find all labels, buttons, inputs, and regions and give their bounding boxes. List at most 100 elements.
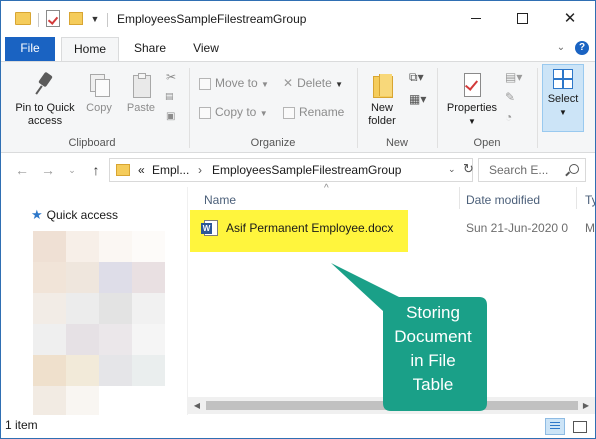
group-label: Clipboard bbox=[68, 137, 116, 149]
ribbon: Pin to Quick access Copy Paste ✂ ▤ ▣ Cli… bbox=[1, 61, 595, 153]
large-icons-view-icon[interactable] bbox=[569, 418, 589, 435]
rename-icon bbox=[283, 106, 295, 119]
callout-line: Storing bbox=[406, 303, 460, 322]
column-header-date-modified[interactable]: Date modified bbox=[466, 193, 540, 207]
help-icon[interactable]: ? bbox=[575, 41, 589, 55]
refresh-icon[interactable]: ↻ bbox=[463, 161, 474, 177]
copy-to-icon bbox=[199, 106, 211, 119]
back-arrow-icon[interactable]: ← bbox=[13, 161, 31, 179]
search-icon bbox=[569, 164, 579, 174]
organize-group: Move to ▼ Copy to ▼ ✕ Delete ▼ Rename Org… bbox=[191, 62, 355, 152]
up-arrow-icon[interactable]: ↑ bbox=[87, 161, 105, 179]
column-header-name[interactable]: Name bbox=[204, 193, 236, 207]
new-item-icon[interactable]: ⧉▾ bbox=[409, 70, 424, 85]
chevron-down-icon[interactable]: ⌄ bbox=[554, 42, 568, 56]
ribbon-tabs: File Home Share View ⌄ ? bbox=[1, 37, 595, 62]
properties-button[interactable]: Properties ▼ bbox=[443, 72, 501, 128]
open-icon[interactable]: ▤▾ bbox=[505, 70, 522, 84]
divider bbox=[38, 13, 39, 27]
address-bar[interactable]: « Empl... › EmployeesSampleFilestreamGro… bbox=[109, 158, 474, 182]
maximize-button[interactable] bbox=[499, 1, 545, 35]
new-folder-icon bbox=[371, 72, 393, 98]
callout-line: in File bbox=[410, 351, 456, 370]
properties-icon bbox=[461, 72, 483, 98]
delete-button[interactable]: ✕ Delete ▼ bbox=[283, 76, 343, 90]
copy-icon bbox=[88, 72, 110, 98]
select-button[interactable]: Select ▼ bbox=[542, 64, 584, 132]
delete-icon: ✕ bbox=[283, 76, 294, 90]
rename-label: Rename bbox=[299, 105, 345, 119]
details-view-icon[interactable] bbox=[545, 418, 565, 435]
explorer-window: ▼ EmployeesSampleFilestreamGroup ✕ File … bbox=[0, 0, 596, 439]
history-icon[interactable]: ◔ bbox=[505, 110, 512, 124]
paste-icon bbox=[130, 72, 152, 98]
move-to-label: Move to bbox=[215, 76, 258, 90]
chevron-down-icon[interactable]: ⌄ bbox=[448, 164, 456, 175]
scroll-left-icon[interactable]: ◀ bbox=[190, 399, 204, 412]
breadcrumb-item[interactable]: Empl... bbox=[152, 163, 189, 177]
group-label: New bbox=[385, 137, 408, 149]
paste-label: Paste bbox=[126, 102, 156, 114]
nav-item-quick-access[interactable]: ★ Quick access bbox=[31, 207, 118, 223]
column-header-type[interactable]: Ty bbox=[585, 193, 595, 207]
select-icon bbox=[553, 69, 573, 89]
breadcrumb-item[interactable]: EmployeesSampleFilestreamGroup bbox=[212, 163, 401, 177]
tab-file[interactable]: File bbox=[5, 37, 55, 61]
new-group: New folder ⧉▾ ▦▾ New bbox=[359, 62, 435, 152]
pin-icon bbox=[34, 72, 56, 98]
scroll-right-icon[interactable]: ▶ bbox=[579, 399, 593, 412]
divider[interactable] bbox=[459, 187, 460, 209]
easy-access-icon[interactable]: ▦▾ bbox=[409, 92, 426, 106]
scrollbar-thumb[interactable] bbox=[206, 401, 578, 410]
tab-view[interactable]: View bbox=[181, 37, 231, 61]
file-name: Asif Permanent Employee.docx bbox=[226, 221, 394, 235]
search-input[interactable]: Search E... bbox=[478, 158, 586, 182]
divider bbox=[357, 68, 358, 148]
copy-label: Copy bbox=[86, 102, 112, 114]
pin-label: Pin to Quick access bbox=[15, 102, 75, 127]
edit-icon[interactable]: ✎ bbox=[505, 90, 515, 104]
callout-line: Table bbox=[412, 375, 454, 394]
delete-label: Delete bbox=[297, 76, 332, 90]
item-count: 1 item bbox=[5, 418, 38, 432]
copy-to-label: Copy to bbox=[215, 105, 257, 119]
nav-label: Quick access bbox=[46, 208, 119, 222]
callout-text: Storing Document in File Table bbox=[381, 301, 485, 397]
new-folder-label: New folder bbox=[368, 102, 396, 127]
tab-share[interactable]: Share bbox=[121, 37, 179, 61]
tab-home[interactable]: Home bbox=[61, 37, 119, 62]
breadcrumb-separator-icon: › bbox=[198, 163, 202, 177]
new-folder-quick-icon[interactable] bbox=[69, 12, 83, 25]
new-folder-button[interactable]: New folder bbox=[363, 72, 401, 128]
group-label: Open bbox=[473, 137, 501, 149]
paste-button[interactable]: Paste bbox=[121, 72, 161, 115]
rename-button[interactable]: Rename bbox=[283, 105, 344, 119]
pin-to-quick-access-button[interactable]: Pin to Quick access bbox=[7, 72, 83, 128]
cut-icon[interactable]: ✂ bbox=[166, 70, 176, 84]
blurred-nav-items bbox=[33, 231, 165, 419]
folder-icon bbox=[116, 164, 130, 176]
window-title: EmployeesSampleFilestreamGroup bbox=[117, 12, 307, 26]
properties-quick-icon[interactable] bbox=[46, 10, 60, 27]
divider bbox=[107, 13, 108, 27]
breadcrumb-overflow[interactable]: « bbox=[138, 163, 145, 177]
forward-arrow-icon[interactable]: → bbox=[39, 161, 57, 179]
copy-path-icon[interactable]: ▤ bbox=[165, 91, 174, 102]
group-label: Organize bbox=[250, 137, 296, 149]
copy-to-button[interactable]: Copy to ▼ bbox=[199, 105, 268, 119]
minimize-button[interactable] bbox=[453, 1, 499, 35]
recent-locations-icon[interactable]: ⌄ bbox=[63, 161, 81, 179]
clipboard-group: Pin to Quick access Copy Paste ✂ ▤ ▣ Cli… bbox=[1, 62, 183, 152]
horizontal-scrollbar[interactable]: ◀ ▶ bbox=[188, 397, 595, 414]
chevron-down-icon[interactable]: ▼ bbox=[89, 13, 101, 25]
divider bbox=[437, 68, 438, 148]
close-button[interactable]: ✕ bbox=[547, 1, 593, 35]
paste-shortcut-icon[interactable]: ▣ bbox=[166, 111, 175, 122]
list-item[interactable]: Asif Permanent Employee.docx bbox=[190, 210, 408, 252]
file-date: Sun 21-Jun-2020 0 bbox=[466, 221, 569, 235]
move-to-button[interactable]: Move to ▼ bbox=[199, 76, 269, 90]
status-bar: 1 item bbox=[1, 415, 595, 438]
navigation-pane: ★ Quick access bbox=[1, 187, 187, 417]
copy-button[interactable]: Copy bbox=[81, 72, 117, 115]
divider[interactable] bbox=[576, 187, 577, 209]
